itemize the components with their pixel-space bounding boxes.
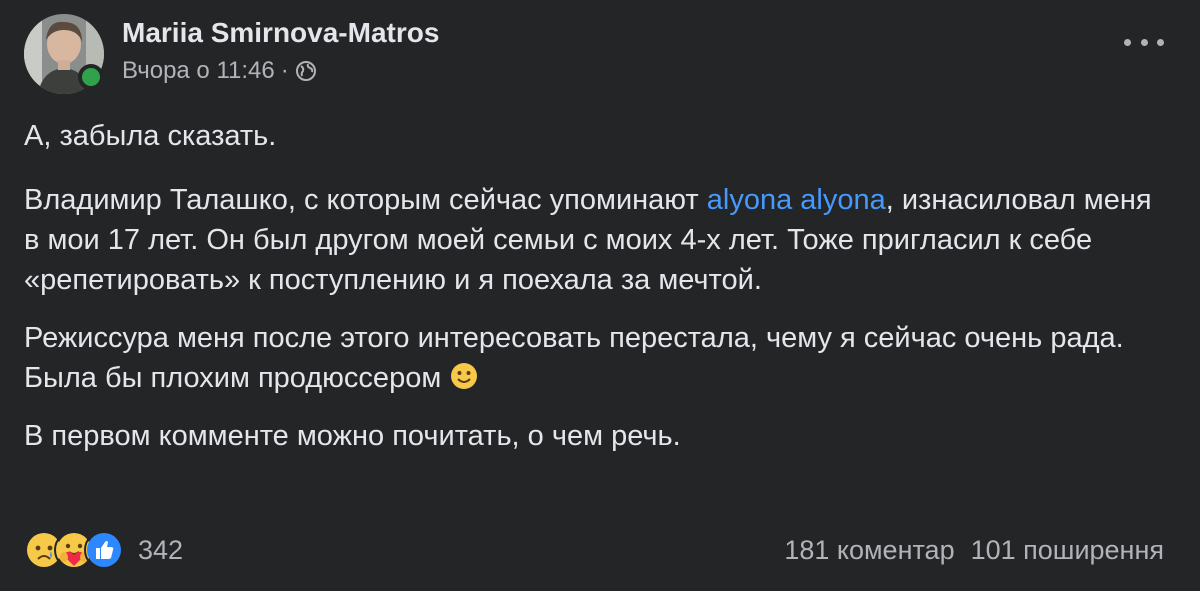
engagement-stats: 181 коментар 101 поширення bbox=[784, 535, 1164, 566]
reactions-summary[interactable]: 342 bbox=[24, 530, 183, 570]
globe-icon[interactable] bbox=[295, 60, 317, 82]
post-paragraph-4: В первом комменте можно почитать, о чем … bbox=[24, 420, 681, 452]
post-meta: Mariia Smirnova-Matros Вчора о 11:46 · bbox=[122, 14, 439, 86]
more-dot-icon bbox=[1157, 38, 1164, 46]
reaction-count[interactable]: 342 bbox=[138, 535, 183, 566]
like-reaction-icon bbox=[84, 530, 124, 570]
post-paragraph-1: А, забыла сказать. bbox=[24, 120, 277, 152]
post-paragraph-2: Владимир Талашко, с которым сейчас упоми… bbox=[24, 180, 1174, 300]
online-status-indicator bbox=[78, 64, 104, 90]
more-dot-icon bbox=[1140, 38, 1148, 46]
comments-count-link[interactable]: 181 коментар bbox=[784, 535, 954, 566]
post-paragraph-3: Режиссура меня после этого интересовать … bbox=[24, 318, 1174, 398]
post-footer: 342 181 коментар 101 поширення bbox=[24, 528, 1164, 572]
post-content: А, забыла сказать. Владимир Талашко, с к… bbox=[24, 116, 1174, 456]
post-subline: Вчора о 11:46 · bbox=[122, 56, 439, 86]
reaction-icons bbox=[24, 530, 124, 570]
author-name[interactable]: Mariia Smirnova-Matros bbox=[122, 16, 439, 50]
post-timestamp[interactable]: Вчора о 11:46 bbox=[122, 56, 275, 86]
more-options-button[interactable] bbox=[1124, 30, 1164, 54]
separator-dot: · bbox=[280, 57, 289, 84]
shares-count-link[interactable]: 101 поширення bbox=[971, 535, 1164, 566]
paragraph-2-text-before: Владимир Талашко, с которым сейчас упоми… bbox=[24, 184, 707, 216]
more-dot-icon bbox=[1124, 38, 1131, 46]
post-header: Mariia Smirnova-Matros Вчора о 11:46 · bbox=[24, 14, 1176, 96]
smile-emoji-icon bbox=[449, 361, 479, 391]
paragraph-3-text: Режиссура меня после этого интересовать … bbox=[24, 322, 1124, 394]
avatar-wrapper[interactable] bbox=[24, 14, 106, 96]
post-card: Mariia Smirnova-Matros Вчора о 11:46 · А… bbox=[0, 0, 1200, 591]
mention-link[interactable]: alyona alyona bbox=[707, 184, 886, 216]
